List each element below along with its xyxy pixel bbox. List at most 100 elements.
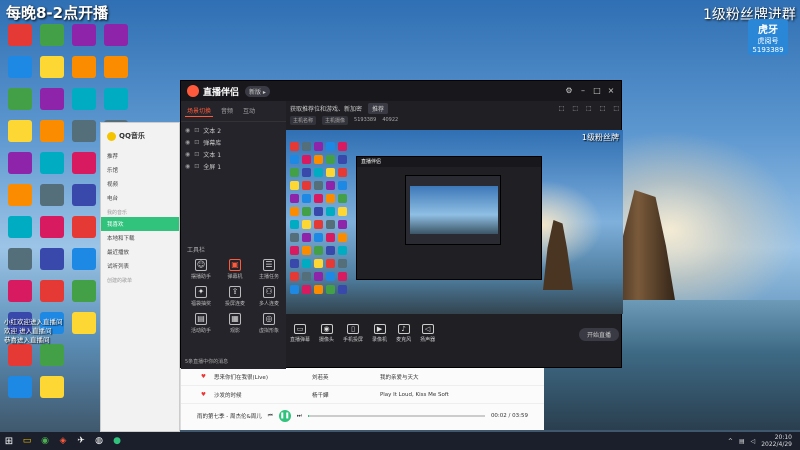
host-camera-pill[interactable]: 主机摄像 — [322, 115, 349, 125]
tray-up-icon[interactable]: ^ — [728, 438, 733, 445]
tab-scenes[interactable]: 场景切换 — [185, 105, 214, 117]
desktop-app-icon[interactable] — [72, 184, 96, 206]
desktop-app-icon[interactable] — [72, 280, 96, 302]
stream-preview[interactable]: 1级粉丝牌 直播伴侣 — [286, 130, 623, 314]
desktop-app-icon[interactable] — [8, 24, 32, 46]
eye-icon[interactable]: ◉ — [185, 127, 190, 134]
next-icon[interactable]: ⏭ — [297, 413, 302, 420]
scene-item[interactable]: ◉ ⊡ 弹幕库 — [185, 136, 282, 148]
desktop-app-icon[interactable] — [8, 152, 32, 174]
ctrl-phone[interactable]: ▯ 手机投屏 — [343, 324, 363, 343]
desktop-app-icon[interactable] — [72, 152, 96, 174]
tool-danmaku[interactable]: ▣ 弹幕机 — [219, 259, 251, 280]
tool-film[interactable]: ▦ 观影 — [219, 313, 251, 334]
recommend-button[interactable]: 推荐 — [368, 102, 389, 114]
desktop-app-icon[interactable] — [72, 120, 96, 142]
qq-nav-local[interactable]: 本地和下载 — [101, 231, 179, 245]
desktop-app-icon[interactable] — [40, 88, 64, 110]
tab-audio[interactable]: 音频 — [219, 105, 235, 117]
desktop-app-icon[interactable] — [40, 120, 64, 142]
network-icon[interactable]: ▤ — [739, 438, 745, 445]
topbar-icon[interactable]: ⬚ — [600, 105, 606, 112]
qq-nav-trial[interactable]: 试听列表 — [101, 259, 179, 273]
desktop-app-icon[interactable] — [72, 216, 96, 238]
tool-avatar[interactable]: ◎ 虚拟形象 — [253, 313, 285, 334]
desktop-app-icon[interactable] — [8, 184, 32, 206]
app-version-badge[interactable]: 新版 ▸ — [245, 85, 270, 97]
desktop-app-icon[interactable] — [104, 24, 128, 46]
desktop-app-icon[interactable] — [40, 248, 64, 270]
desktop-app-icon[interactable] — [72, 24, 96, 46]
qq-music-taskbar-icon[interactable]: ● — [108, 432, 126, 450]
lock-icon[interactable]: ⊡ — [194, 151, 199, 158]
desktop-app-icon[interactable] — [8, 280, 32, 302]
desktop-app-icon[interactable] — [72, 88, 96, 110]
topbar-icon[interactable]: ⬚ — [586, 105, 592, 112]
qq-nav-hall[interactable]: 乐馆 — [101, 163, 179, 177]
desktop-app-icon[interactable] — [40, 376, 64, 398]
qq-nav-liked[interactable]: 我喜欢 — [101, 217, 179, 231]
desktop-app-icon[interactable] — [40, 152, 64, 174]
ctrl-camera[interactable]: ◉ 摄像头 — [319, 324, 334, 343]
lock-icon[interactable]: ⊡ — [194, 127, 199, 134]
heart-icon[interactable]: ♥ — [201, 374, 206, 380]
lock-icon[interactable]: ⊡ — [194, 139, 199, 146]
game-icon[interactable]: ✈ — [72, 432, 90, 450]
progress-bar[interactable] — [307, 415, 485, 417]
desktop-app-icon[interactable] — [8, 120, 32, 142]
settings-icon[interactable]: ⚙ — [565, 87, 573, 95]
prev-icon[interactable]: ⏮ — [268, 413, 273, 420]
clock[interactable]: 20:10 2022/4/29 — [761, 434, 792, 448]
tool-event[interactable]: ▤ 活动助手 — [185, 313, 217, 334]
topbar-icon[interactable]: ⬚ — [613, 105, 619, 112]
maximize-icon[interactable]: □ — [593, 87, 601, 95]
desktop-app-icon[interactable] — [72, 248, 96, 270]
tool-multi[interactable]: ⚇ 多人连麦 — [253, 286, 285, 307]
scene-item[interactable]: ◉ ⊡ 全屏 1 — [185, 160, 282, 172]
minimize-icon[interactable]: – — [579, 87, 587, 95]
desktop-app-icon[interactable] — [40, 344, 64, 366]
desktop-app-icon[interactable] — [8, 56, 32, 78]
topbar-icon[interactable]: ⬚ — [572, 105, 578, 112]
desktop-app-icon[interactable] — [40, 280, 64, 302]
topbar-icon[interactable]: ⬚ — [559, 105, 565, 112]
qq-nav-recent[interactable]: 最近播放 — [101, 245, 179, 259]
desktop-app-icon[interactable] — [40, 216, 64, 238]
desktop-app-icon[interactable] — [8, 88, 32, 110]
qq-nav-video[interactable]: 视频 — [101, 177, 179, 191]
ctrl-danmaku[interactable]: ▭ 直播弹幕 — [290, 324, 310, 343]
desktop-app-icon[interactable] — [40, 24, 64, 46]
heart-icon[interactable]: ♥ — [201, 392, 206, 398]
windows-start-icon[interactable]: ⊞ — [0, 432, 18, 450]
desktop-app-icon[interactable] — [104, 88, 128, 110]
file-explorer-icon[interactable]: ▭ — [18, 432, 36, 450]
eye-icon[interactable]: ◉ — [185, 163, 190, 170]
scene-item[interactable]: ◉ ⊡ 文本 2 — [185, 124, 282, 136]
tool-task[interactable]: ☰ 主播任务 — [253, 259, 285, 280]
close-icon[interactable]: × — [607, 87, 615, 95]
tool-lottery[interactable]: ✦ 福袋抽奖 — [185, 286, 217, 307]
desktop-app-icon[interactable] — [8, 216, 32, 238]
desktop-app-icon[interactable] — [40, 184, 64, 206]
streaming-app-taskbar-icon[interactable]: ◈ — [54, 432, 72, 450]
chrome-icon[interactable]: ◉ — [36, 432, 54, 450]
lock-icon[interactable]: ⊡ — [194, 163, 199, 170]
song-row[interactable]: ♥ 思来你们在我很(Live) 刘若英 我的亲爱与天大 — [181, 368, 544, 386]
song-row[interactable]: ♥ 沙发的时候 杨千嬅 Play It Loud, Kiss Me Soft — [181, 386, 544, 404]
scene-item[interactable]: ◉ ⊡ 文本 1 — [185, 148, 282, 160]
desktop-app-icon[interactable] — [72, 56, 96, 78]
tab-interact[interactable]: 互动 — [241, 105, 257, 117]
tool-cast[interactable]: ⇪ 投屏连麦 — [219, 286, 251, 307]
desktop-app-icon[interactable] — [104, 56, 128, 78]
qq-nav-radio[interactable]: 电台 — [101, 191, 179, 205]
qq-nav-recommend[interactable]: 推荐 — [101, 149, 179, 163]
desktop-app-icon[interactable] — [8, 248, 32, 270]
desktop-app-icon[interactable] — [8, 376, 32, 398]
tool-assistant[interactable]: ☺ 摆播助手 — [185, 259, 217, 280]
desktop-app-icon[interactable] — [8, 344, 32, 366]
ctrl-record[interactable]: ▶ 录像机 — [372, 324, 387, 343]
start-live-button[interactable]: 开始直播 — [578, 328, 619, 341]
steam-icon[interactable]: ◍ — [90, 432, 108, 450]
desktop-app-icon[interactable] — [40, 56, 64, 78]
host-name-pill[interactable]: 主机名称 — [290, 115, 317, 125]
